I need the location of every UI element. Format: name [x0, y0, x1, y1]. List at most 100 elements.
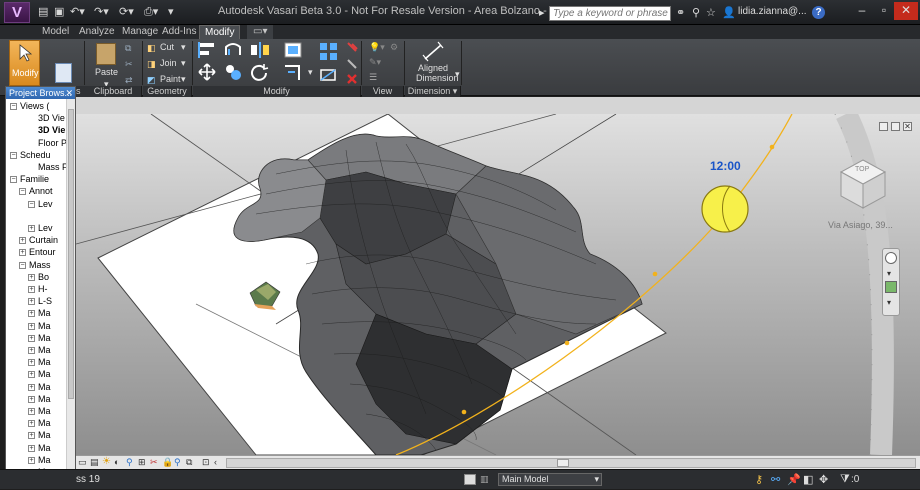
sync-icon[interactable]: ⟳▾	[119, 5, 134, 20]
hide-element-icon[interactable]: 💡▾	[369, 42, 385, 53]
design-option-select[interactable]: Main Model ▾	[498, 473, 602, 486]
expand-icon[interactable]: +	[28, 371, 35, 379]
trim-dropdown-icon[interactable]: ▾	[308, 67, 313, 78]
browser-tree-item[interactable]: Ma	[38, 418, 51, 429]
editable-only-icon[interactable]: ▥	[480, 474, 489, 485]
expand-icon[interactable]: +	[28, 420, 35, 428]
pin-icon[interactable]	[345, 41, 359, 55]
minimize-button[interactable]: –	[850, 2, 874, 20]
steering-wheel-icon[interactable]	[885, 252, 897, 264]
expand-icon[interactable]: +	[19, 237, 26, 245]
zoom-dropdown-icon[interactable]: ▾	[887, 298, 891, 307]
search-expand-icon[interactable]: ▸	[539, 6, 545, 19]
crop-view-icon[interactable]: ⊞	[138, 457, 146, 468]
scene-canvas[interactable]	[76, 114, 920, 455]
design-option-dropdown-icon[interactable]: ▾	[594, 474, 599, 485]
browser-tree-item[interactable]: H-	[38, 284, 48, 295]
expand-icon[interactable]: +	[28, 273, 35, 281]
copy-geometry-icon[interactable]	[223, 62, 243, 82]
browser-tree-item[interactable]: Ma	[38, 394, 51, 405]
browser-tree-item[interactable]: Schedu	[20, 150, 51, 161]
dimension-dropdown-icon[interactable]: ▾	[455, 69, 460, 80]
select-links-icon[interactable]: ⚷	[755, 473, 763, 486]
match-type-icon[interactable]: ⇄	[125, 75, 133, 86]
browser-tree-item[interactable]: 3D Vie	[38, 113, 65, 124]
browser-tree-item[interactable]: Ma	[38, 455, 51, 466]
linework-icon[interactable]: ☰	[369, 72, 377, 83]
tab-analyze[interactable]: Analyze	[74, 25, 120, 39]
expand-icon[interactable]: +	[19, 249, 26, 257]
expand-icon[interactable]: +	[28, 383, 35, 391]
select-by-face-icon[interactable]: ◧	[803, 473, 813, 486]
temporary-hide-icon[interactable]: ⚲	[174, 457, 181, 468]
browser-tree-item[interactable]: Ma	[38, 406, 51, 417]
array-icon[interactable]	[318, 41, 340, 61]
browser-tree-item[interactable]: Ma	[38, 357, 51, 368]
shadows-toggle-icon[interactable]: ◐	[114, 457, 119, 467]
scale-icon[interactable]	[318, 64, 340, 84]
expand-icon[interactable]: +	[28, 322, 35, 330]
viewport-hscrollbar[interactable]	[226, 458, 916, 468]
collapse-icon[interactable]: −	[10, 103, 17, 110]
expand-icon[interactable]: +	[28, 347, 35, 354]
expand-icon[interactable]: +	[28, 225, 35, 232]
viewport-minimize-button[interactable]	[879, 122, 888, 131]
expand-icon[interactable]: +	[28, 298, 35, 306]
steering-wheel-dropdown-icon[interactable]: ▾	[887, 269, 891, 278]
move-icon[interactable]	[282, 40, 304, 60]
project-browser-scroll-thumb[interactable]	[68, 109, 74, 399]
mirror-pick-axis-icon[interactable]	[249, 41, 273, 59]
search-input[interactable]	[549, 6, 671, 21]
application-menu-button[interactable]: V	[4, 2, 30, 23]
analysis-display-icon[interactable]: ⊡	[202, 457, 210, 468]
aligned-dimension-icon[interactable]	[421, 41, 445, 63]
undo-icon[interactable]: ↶▾	[70, 5, 85, 20]
browser-tree-item[interactable]: Annot	[29, 186, 53, 197]
view-extra-icon[interactable]: ⚙	[390, 42, 398, 53]
trim-extend-icon[interactable]	[282, 62, 304, 82]
view-control-more-icon[interactable]: ‹	[214, 457, 217, 467]
cut-dropdown-icon[interactable]: ▾	[181, 42, 186, 53]
expand-icon[interactable]: +	[28, 286, 35, 293]
browser-tree-item[interactable]: Views (	[20, 101, 49, 112]
save-icon[interactable]: ▣	[54, 5, 64, 20]
browser-tree-item[interactable]: Bo	[38, 272, 49, 283]
offset-icon[interactable]	[223, 41, 243, 59]
help-icon[interactable]: ?	[812, 6, 825, 19]
view-cube-top-face[interactable]: TOP	[855, 166, 869, 173]
binoculars-icon[interactable]: ⚭	[676, 6, 685, 19]
visual-style-icon[interactable]: ▤	[90, 457, 99, 468]
cut-clipboard-icon[interactable]: ✂	[125, 59, 133, 70]
select-underlay-icon[interactable]: ⚯	[771, 473, 780, 486]
expand-icon[interactable]: +	[28, 456, 35, 464]
cut-button[interactable]: Cut	[160, 42, 174, 52]
select-pinned-icon[interactable]: 📌	[787, 473, 801, 486]
expand-icon[interactable]: +	[28, 408, 35, 415]
collapse-icon[interactable]: −	[28, 200, 35, 208]
copy-icon[interactable]: ⧉	[125, 43, 131, 54]
qat-customize-icon[interactable]: ▾	[168, 5, 174, 20]
tab-model[interactable]: Model	[37, 25, 74, 39]
close-button[interactable]: ✕	[894, 2, 918, 20]
expand-icon[interactable]: +	[28, 432, 35, 440]
open-icon[interactable]: ▤	[38, 5, 48, 20]
browser-tree-item[interactable]: Mass F	[38, 162, 68, 173]
maximize-button[interactable]: ▫	[872, 2, 896, 20]
paste-label[interactable]: Paste	[95, 67, 118, 77]
expand-icon[interactable]: +	[28, 359, 35, 367]
delete-icon[interactable]	[345, 72, 359, 86]
browser-tree-item[interactable]: Entour	[29, 247, 56, 258]
browser-tree-item[interactable]: Mass	[29, 260, 51, 271]
tab-modify[interactable]: Modify	[199, 25, 241, 39]
view-cube[interactable]: TOP	[833, 152, 893, 212]
panel-clipboard[interactable]: Clipboard	[85, 86, 142, 97]
tab-add-ins[interactable]: Add-Ins	[157, 25, 201, 39]
collapse-icon[interactable]: −	[19, 188, 26, 196]
browser-tree-item[interactable]: Ma	[38, 430, 51, 441]
filter-icon[interactable]: ⧩	[840, 473, 850, 486]
drag-elements-icon[interactable]: ✥	[819, 473, 828, 486]
sun-path-toggle-icon[interactable]: ☀	[102, 456, 111, 467]
viewport-restore-button[interactable]	[891, 122, 900, 131]
browser-tree-item[interactable]: 3D Vie	[38, 125, 65, 136]
panel-dimension[interactable]: Dimension ▾	[405, 86, 461, 97]
